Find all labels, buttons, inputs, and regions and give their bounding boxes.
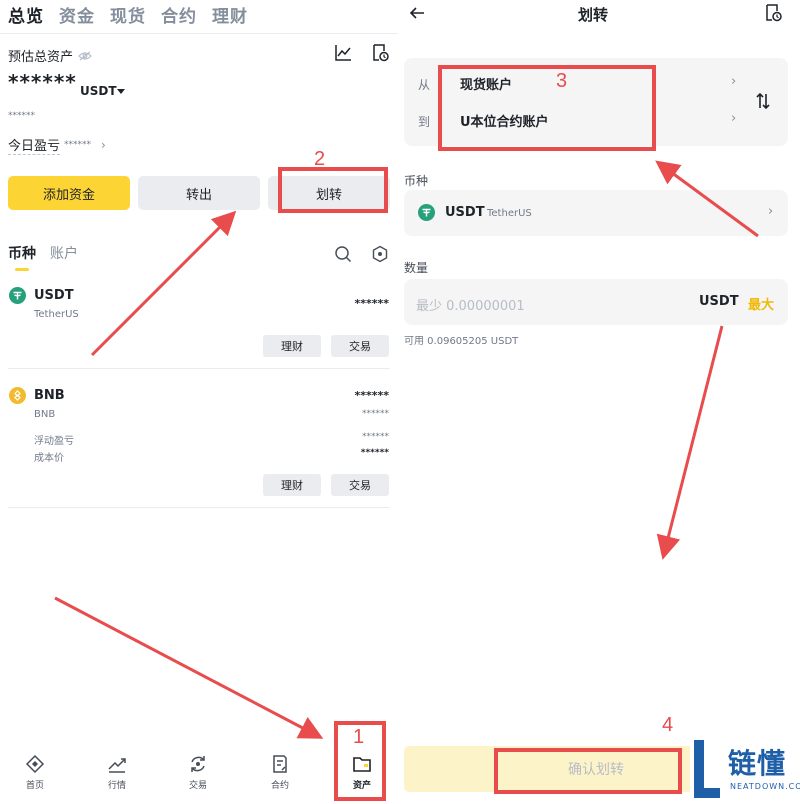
brand-l-icon xyxy=(694,740,720,798)
max-button[interactable]: 最大 xyxy=(748,294,774,313)
annotation-number-4: 4 xyxy=(662,714,674,736)
top-tabs: 总览 资金 现货 合约 理财 xyxy=(8,2,248,27)
withdraw-button[interactable]: 转出 xyxy=(138,176,260,210)
pnl-dashed-underline xyxy=(8,154,60,155)
page-title: 划转 xyxy=(578,6,609,24)
home-diamond-icon xyxy=(25,754,45,774)
floating-pnl-label: 浮动盈亏 xyxy=(34,436,74,447)
eye-off-icon[interactable] xyxy=(78,51,92,61)
watermark-sub: NEATDOWN.COM xyxy=(730,782,800,791)
coin-balance-sub: ****** xyxy=(362,409,389,419)
chevron-right-icon: › xyxy=(101,137,106,152)
annotation-number-1: 1 xyxy=(353,726,365,748)
watermark-logo: 链懂 NEATDOWN.COM xyxy=(690,736,800,802)
swap-icon[interactable] xyxy=(754,92,772,110)
coin-balance: ****** xyxy=(354,297,389,310)
nav-trade-label: 交易 xyxy=(188,781,207,791)
nav-home[interactable]: 首页 xyxy=(5,754,65,791)
amount-label: 数量 xyxy=(404,261,429,275)
available-balance: 可用 0.09605205 USDT xyxy=(404,336,519,347)
currency-label: 币种 xyxy=(404,174,429,188)
chart-icon[interactable] xyxy=(334,44,352,62)
tab-accounts[interactable]: 账户 xyxy=(50,243,78,263)
nav-home-label: 首页 xyxy=(25,781,44,791)
earn-button[interactable]: 理财 xyxy=(263,335,321,357)
nav-markets[interactable]: 行情 xyxy=(87,754,147,791)
tab-futures[interactable]: 合约 xyxy=(161,2,197,27)
assets-overview-screen: 总览 资金 现货 合约 理财 预估总资产 ****** USDT ****** … xyxy=(0,0,398,804)
bnb-logo-icon xyxy=(9,387,26,404)
currency-symbol: USDT xyxy=(445,205,485,220)
tab-spot[interactable]: 现货 xyxy=(110,2,146,27)
caret-down-icon[interactable] xyxy=(117,89,125,94)
balance-sub-value: ****** xyxy=(8,111,35,121)
usdt-logo-icon xyxy=(9,287,26,304)
tab-coins[interactable]: 币种 xyxy=(8,243,36,263)
tab-funding[interactable]: 资金 xyxy=(59,2,95,27)
asset-sub-tabs: 币种 账户 xyxy=(8,243,78,263)
markets-icon xyxy=(108,758,126,773)
trade-swap-icon xyxy=(191,756,205,772)
floating-pnl-value: ****** xyxy=(362,432,389,442)
today-pnl[interactable]: 今日盈亏 ****** › xyxy=(8,135,106,155)
header-divider xyxy=(0,33,398,34)
annotation-number-3: 3 xyxy=(556,70,568,92)
amount-unit: USDT xyxy=(699,294,739,309)
earn-button[interactable]: 理财 xyxy=(263,474,321,496)
nav-futures[interactable]: 合约 xyxy=(250,754,310,791)
nav-markets-label: 行情 xyxy=(107,781,126,791)
history-icon[interactable] xyxy=(764,4,782,22)
nav-futures-label: 合约 xyxy=(270,781,289,791)
coin-symbol: BNB xyxy=(34,388,65,403)
cost-price-label: 成本价 xyxy=(34,453,64,464)
futures-doc-icon xyxy=(273,755,287,773)
history-icon[interactable] xyxy=(371,44,389,62)
chevron-right-icon[interactable]: › xyxy=(768,204,773,219)
tab-overview[interactable]: 总览 xyxy=(8,2,44,27)
trade-button[interactable]: 交易 xyxy=(331,335,389,357)
today-pnl-value: ****** xyxy=(64,139,92,150)
chevron-right-icon[interactable]: › xyxy=(731,74,736,89)
annotation-box-3 xyxy=(438,65,656,151)
to-label: 到 xyxy=(418,115,431,129)
cost-price-value: ****** xyxy=(360,448,389,458)
coin-balance: ****** xyxy=(354,389,389,402)
today-pnl-label: 今日盈亏 xyxy=(8,139,61,154)
usdt-logo-icon xyxy=(418,204,435,221)
row-divider xyxy=(8,368,390,369)
active-tab-indicator xyxy=(15,268,29,271)
chevron-right-icon[interactable]: › xyxy=(731,111,736,126)
balance-unit-select[interactable]: USDT xyxy=(80,84,117,98)
total-balance: ****** xyxy=(8,70,77,94)
currency-name: TetherUS xyxy=(487,208,532,219)
settings-hex-icon[interactable] xyxy=(371,245,389,263)
tab-earn[interactable]: 理财 xyxy=(212,2,248,27)
annotation-box-2 xyxy=(278,167,388,213)
estimated-total-label: 预估总资产 xyxy=(8,46,92,65)
row-divider xyxy=(8,507,390,508)
coin-symbol: USDT xyxy=(34,288,74,303)
amount-input[interactable]: 最少 0.00000001 xyxy=(416,295,525,314)
watermark-text: 链懂 xyxy=(728,747,787,780)
coin-full-name: BNB xyxy=(34,409,56,420)
back-arrow-icon[interactable] xyxy=(408,4,426,22)
from-label: 从 xyxy=(418,78,431,92)
coin-full-name: TetherUS xyxy=(34,309,79,320)
nav-trade[interactable]: 交易 xyxy=(168,754,228,791)
estimated-total-text: 预估总资产 xyxy=(8,50,74,65)
annotation-box-4 xyxy=(494,748,682,794)
add-funds-button[interactable]: 添加资金 xyxy=(8,176,130,210)
search-icon[interactable] xyxy=(334,245,352,263)
trade-button[interactable]: 交易 xyxy=(331,474,389,496)
annotation-number-2: 2 xyxy=(314,148,326,170)
